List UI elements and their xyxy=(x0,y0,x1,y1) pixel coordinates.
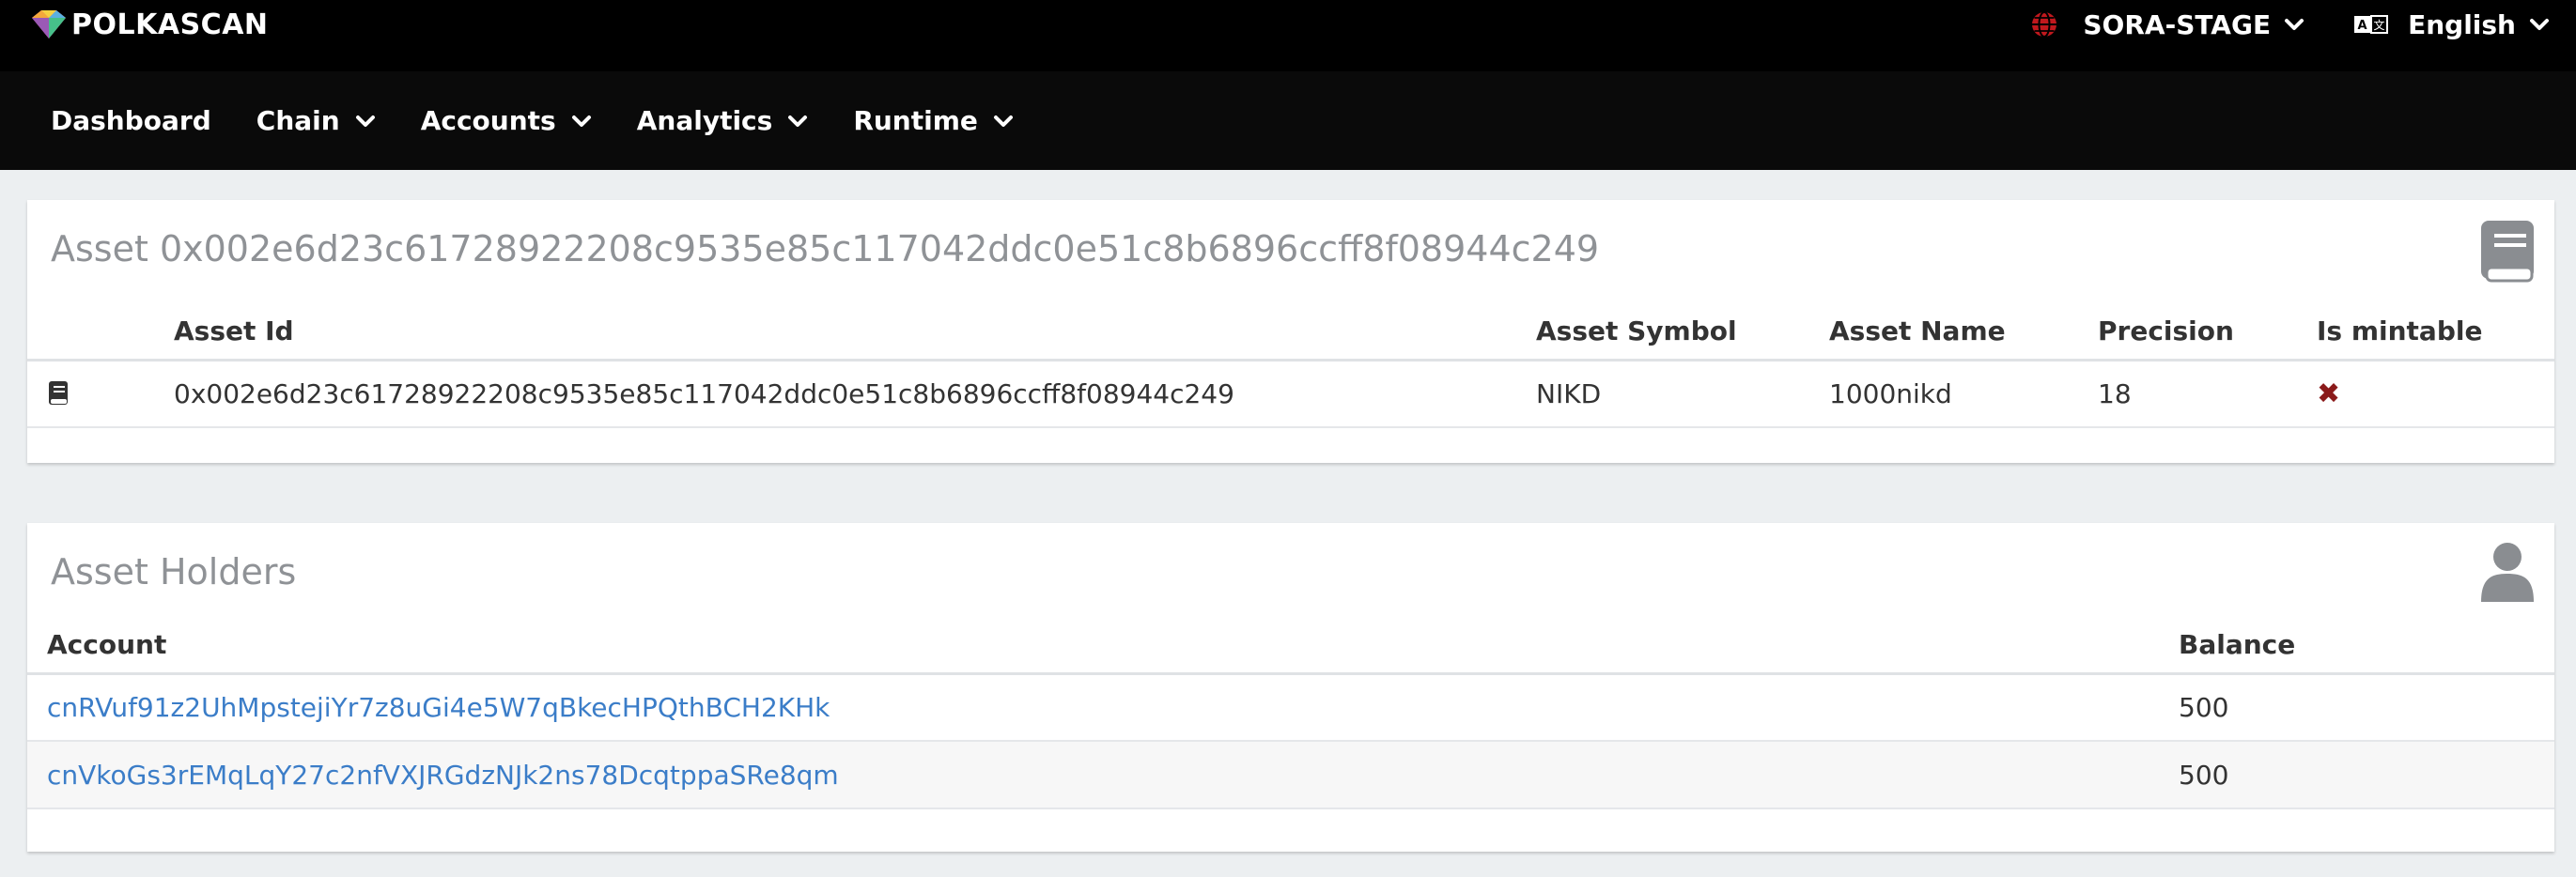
nav-item-label: Dashboard xyxy=(51,105,211,136)
chevron-down-icon xyxy=(355,115,375,127)
holders-title: Asset Holders xyxy=(51,551,297,592)
asset-name-value: 1000nikd xyxy=(1829,360,2098,428)
nav-item-label: Chain xyxy=(256,105,340,136)
top-bar: POLKASCAN SORA-STAGE A 文 English xyxy=(0,0,2576,71)
network-label: SORA-STAGE xyxy=(2083,8,2272,40)
book-icon xyxy=(2481,221,2534,283)
nav-item-label: Analytics xyxy=(636,105,773,136)
network-selector[interactable]: SORA-STAGE xyxy=(2030,9,2304,40)
column-header: Balance xyxy=(2179,617,2554,675)
table-row: cnVkoGs3rEMqLqY27c2nfVXJRGdzNJk2ns78Dcqt… xyxy=(27,741,2554,809)
asset-id-value: 0x002e6d23c61728922208c9535e85c117042ddc… xyxy=(174,360,1536,428)
language-icon: A 文 xyxy=(2354,15,2389,34)
balance-value: 500 xyxy=(2179,741,2554,809)
holders-table: Account Balance cnRVuf91z2UhMpstejiYr7z8… xyxy=(27,617,2554,809)
chevron-down-icon xyxy=(2285,19,2304,30)
column-header: Asset Name xyxy=(1829,303,2098,362)
column-header: Asset Symbol xyxy=(1536,303,1829,362)
polkascan-logo-icon xyxy=(32,10,66,38)
table-row: 0x002e6d23c61728922208c9535e85c117042ddc… xyxy=(27,360,2554,428)
account-link[interactable]: cnRVuf91z2UhMpstejiYr7z8uGi4e5W7qBkecHPQ… xyxy=(47,692,830,723)
brand-name: POLKASCAN xyxy=(71,8,269,41)
column-header: Precision xyxy=(2098,303,2317,362)
globe-icon xyxy=(2032,11,2057,38)
nav-item-chain[interactable]: Chain xyxy=(256,105,376,136)
chevron-down-icon xyxy=(788,115,808,127)
asset-card: Asset 0x002e6d23c61728922208c9535e85c117… xyxy=(27,200,2554,463)
asset-holders-card: Asset Holders Account Balance cnRVuf91z2… xyxy=(27,523,2554,852)
column-header: Account xyxy=(27,617,2179,675)
asset-table: Asset Id Asset Symbol Asset Name Precisi… xyxy=(27,303,2554,428)
language-selector[interactable]: A 文 English xyxy=(2353,9,2550,40)
svg-text:文: 文 xyxy=(2374,18,2385,32)
nav-item-label: Accounts xyxy=(420,105,556,136)
nav-item-label: Runtime xyxy=(853,105,978,136)
table-row: cnRVuf91z2UhMpstejiYr7z8uGi4e5W7qBkecHPQ… xyxy=(27,673,2554,742)
nav-item-accounts[interactable]: Accounts xyxy=(421,105,592,136)
logo[interactable]: POLKASCAN xyxy=(28,6,269,43)
nav-item-analytics[interactable]: Analytics xyxy=(637,105,809,136)
account-link[interactable]: cnVkoGs3rEMqLqY27c2nfVXJRGdzNJk2ns78Dcqt… xyxy=(47,760,839,791)
language-label: English xyxy=(2408,8,2516,40)
cross-icon: ✖ xyxy=(2317,377,2341,410)
column-header: Asset Id xyxy=(174,303,1536,362)
book-icon[interactable] xyxy=(48,380,69,407)
main-nav: Dashboard Chain Accounts Analytics Runti… xyxy=(0,71,2576,170)
precision-value: 18 xyxy=(2098,360,2317,428)
chevron-down-icon xyxy=(993,115,1013,127)
balance-value: 500 xyxy=(2179,673,2554,742)
asset-symbol-value: NIKD xyxy=(1536,360,1829,428)
asset-title: Asset 0x002e6d23c61728922208c9535e85c117… xyxy=(51,228,1600,269)
user-icon xyxy=(2481,543,2534,602)
nav-item-dashboard[interactable]: Dashboard xyxy=(51,105,211,136)
column-header: Is mintable xyxy=(2317,303,2554,362)
nav-item-runtime[interactable]: Runtime xyxy=(853,105,1014,136)
chevron-down-icon xyxy=(2530,19,2549,30)
svg-text:A: A xyxy=(2358,19,2367,33)
chevron-down-icon xyxy=(571,115,591,127)
